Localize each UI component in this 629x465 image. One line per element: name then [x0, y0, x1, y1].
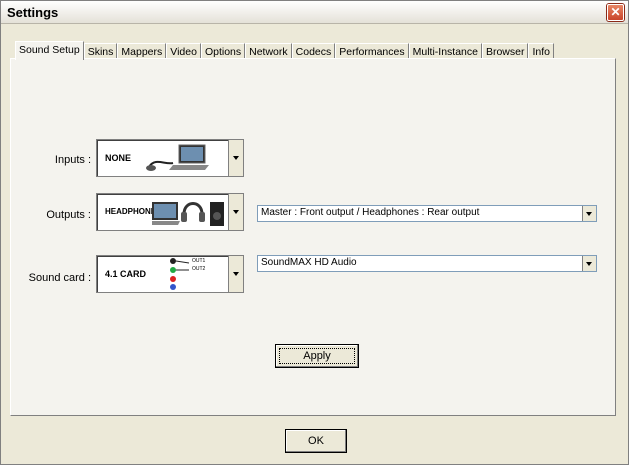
- out1-label: OUT1: [192, 258, 206, 264]
- settings-window: Settings ✕ Sound Setup Skins Mappers Vid…: [0, 0, 629, 465]
- sound-setup-panel: Inputs : NONE Outputs : HEADPHONES Maste…: [10, 58, 616, 416]
- sound-card-label: Sound card :: [28, 272, 91, 284]
- outputs-dropdown-arrow[interactable]: [228, 194, 243, 230]
- output-mode-dropdown-button[interactable]: [582, 206, 596, 221]
- outputs-label: Outputs :: [46, 209, 91, 221]
- output-mode-value: Master : Front output / Headphones : Rea…: [261, 207, 480, 218]
- inputs-label: Inputs :: [54, 154, 91, 166]
- title-bar: Settings ✕: [1, 1, 628, 24]
- sound-card-select[interactable]: 4.1 CARD OUT1 OUT2: [96, 255, 244, 293]
- ok-button[interactable]: OK: [285, 429, 347, 453]
- window-title: Settings: [7, 5, 59, 20]
- close-icon: ✕: [610, 5, 621, 19]
- sound-card-value: 4.1 CARD: [105, 269, 147, 279]
- ok-label: OK: [308, 435, 324, 447]
- inputs-select[interactable]: NONE: [96, 139, 244, 177]
- inputs-dropdown-arrow[interactable]: [228, 140, 243, 176]
- inputs-value: NONE: [105, 153, 132, 163]
- headphones-icon: [152, 202, 224, 226]
- out2-label: OUT2: [192, 266, 206, 272]
- laptop-icon: [146, 144, 209, 171]
- tab-strip: Sound Setup Skins Mappers Video Options …: [15, 41, 554, 60]
- apply-button[interactable]: Apply: [275, 344, 359, 368]
- tab-sound-setup[interactable]: Sound Setup: [15, 41, 84, 60]
- apply-label: Apply: [303, 350, 331, 362]
- close-button[interactable]: ✕: [607, 4, 624, 21]
- output-mode-select[interactable]: Master : Front output / Headphones : Rea…: [257, 205, 597, 222]
- sound-device-select[interactable]: SoundMAX HD Audio: [257, 255, 597, 272]
- outputs-select[interactable]: HEADPHONES: [96, 193, 244, 231]
- sound-device-value: SoundMAX HD Audio: [261, 257, 357, 268]
- sound-card-dropdown-arrow[interactable]: [228, 256, 243, 292]
- sound-device-dropdown-button[interactable]: [582, 256, 596, 271]
